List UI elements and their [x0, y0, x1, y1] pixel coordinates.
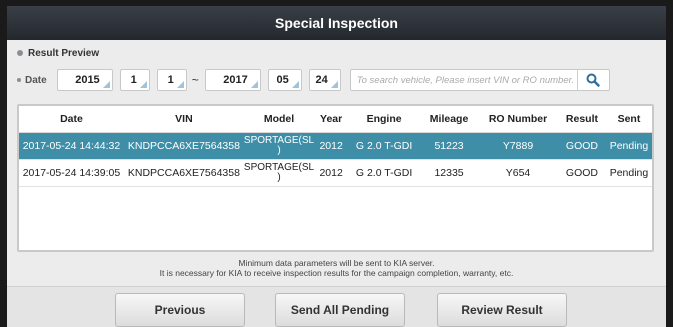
notice-line-2: It is necessary for KIA to receive inspe…: [159, 268, 514, 278]
cell-year: 2012: [314, 132, 349, 160]
range-separator: ~: [191, 73, 199, 87]
col-ro-number: RO Number: [478, 106, 558, 133]
cell-date: 2017-05-24 14:44:32: [19, 132, 124, 160]
table-row[interactable]: 2017-05-24 14:39:05 KNDPCCA6XE7564358 SP…: [19, 159, 652, 187]
to-month-value: 05: [276, 74, 289, 86]
cell-engine: G 2.0 T-GDI: [348, 132, 421, 160]
table-header-row: Date VIN Model Year Engine Mileage RO Nu…: [19, 106, 652, 133]
col-vin: VIN: [123, 106, 244, 133]
col-year: Year: [314, 106, 349, 133]
to-year-select[interactable]: 2017: [204, 69, 261, 91]
to-day-select[interactable]: 24: [308, 69, 341, 91]
cell-model: SPORTAGE(SL ): [243, 159, 315, 187]
from-day-select[interactable]: 1: [156, 69, 187, 91]
magnifier-icon: [586, 73, 600, 87]
search-input[interactable]: [350, 70, 577, 90]
cell-result: GOOD: [557, 159, 606, 187]
date-label-text: Date: [25, 74, 47, 86]
previous-button[interactable]: Previous: [115, 293, 245, 327]
cell-engine: G 2.0 T-GDI: [348, 159, 421, 187]
col-model: Model: [243, 106, 315, 133]
device-frame: Special Inspection Result Preview Date 2…: [0, 0, 673, 327]
section-label: Result Preview: [28, 47, 100, 59]
cell-ro-number: Y654: [478, 159, 558, 187]
cell-year: 2012: [314, 159, 349, 187]
col-date: Date: [19, 106, 124, 133]
section-header: Result Preview: [7, 40, 666, 66]
from-year-value: 2015: [75, 74, 100, 86]
from-month-select[interactable]: 1: [119, 69, 150, 91]
cell-mileage: 12335: [420, 159, 479, 187]
notice-line-1: Minimum data parameters will be sent to …: [238, 258, 435, 268]
bullet-icon: [17, 78, 21, 82]
bullet-icon: [17, 50, 23, 56]
from-year-select[interactable]: 2015: [56, 69, 113, 91]
search-box: [349, 69, 610, 91]
col-mileage: Mileage: [420, 106, 479, 133]
date-label: Date: [17, 75, 47, 86]
search-button[interactable]: [576, 70, 609, 90]
cell-result: GOOD: [557, 132, 606, 160]
send-all-pending-button[interactable]: Send All Pending: [275, 293, 405, 327]
notice-text: Minimum data parameters will be sent to …: [7, 258, 666, 278]
cell-vin: KNDPCCA6XE7564358: [123, 132, 244, 160]
to-year-value: 2017: [223, 74, 248, 86]
cell-sent: Pending: [605, 159, 652, 187]
cell-model: SPORTAGE(SL ): [243, 132, 315, 160]
cell-date: 2017-05-24 14:39:05: [19, 159, 124, 187]
review-result-button[interactable]: Review Result: [437, 293, 567, 327]
col-result: Result: [557, 106, 606, 133]
table-row[interactable]: 2017-05-24 14:44:32 KNDPCCA6XE7564358 SP…: [19, 132, 652, 160]
cell-sent: Pending: [605, 132, 652, 160]
cell-ro-number: Y7889: [478, 132, 558, 160]
title-bar: Special Inspection: [7, 6, 666, 40]
date-filter-bar: Date 2015 1 1 ~ 2017 05 24: [7, 66, 666, 94]
to-day-value: 24: [315, 74, 328, 86]
cell-mileage: 51223: [420, 132, 479, 160]
results-table-container: Date VIN Model Year Engine Mileage RO Nu…: [17, 104, 654, 252]
col-sent: Sent: [605, 106, 652, 133]
page-title: Special Inspection: [275, 15, 398, 31]
screen: Special Inspection Result Preview Date 2…: [7, 6, 666, 327]
col-engine: Engine: [348, 106, 421, 133]
bottom-button-bar: Previous Send All Pending Review Result: [7, 286, 666, 327]
cell-vin: KNDPCCA6XE7564358: [123, 159, 244, 187]
from-day-value: 1: [167, 74, 174, 86]
to-month-select[interactable]: 05: [267, 69, 302, 91]
results-table: Date VIN Model Year Engine Mileage RO Nu…: [19, 106, 652, 187]
from-month-value: 1: [130, 74, 137, 86]
